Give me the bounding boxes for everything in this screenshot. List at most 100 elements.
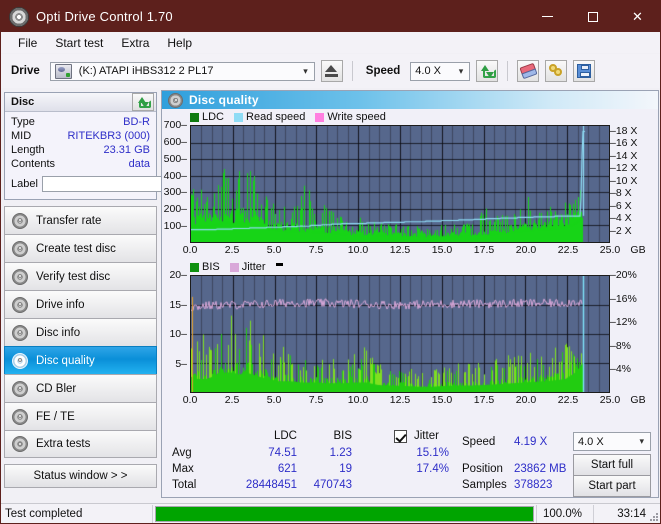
disc-label-label: Label xyxy=(11,178,38,190)
nav-list: Transfer rate Create test disc Verify te… xyxy=(4,206,157,458)
status-bar: Test completed 100.0% 33:14 xyxy=(1,503,660,523)
page-title: Disc quality xyxy=(189,93,259,107)
start-full-button[interactable]: Start full xyxy=(573,454,651,476)
disc-row-type: Type BD-R xyxy=(11,115,150,129)
eject-button[interactable] xyxy=(320,60,343,82)
sidebar-item-create-test-disc[interactable]: Create test disc xyxy=(4,234,157,262)
ldc-legend: LDC Read speed Write speed xyxy=(190,111,392,123)
legend-label-read-speed: Read speed xyxy=(246,111,306,123)
close-button[interactable]: ✕ xyxy=(615,1,660,32)
minimize-button[interactable] xyxy=(525,1,570,32)
ldc-y-right-tick: –8 X xyxy=(610,187,632,200)
legend-label-write-speed: Write speed xyxy=(327,111,386,123)
clear-button[interactable] xyxy=(517,60,540,82)
save-button[interactable] xyxy=(573,60,596,82)
sidebar-item-label: FE / TE xyxy=(36,410,75,423)
sidebar-item-drive-info[interactable]: Drive info xyxy=(4,290,157,318)
test-speed-select[interactable]: 4.0 X ▾ xyxy=(573,432,651,451)
bis-x-tick: 12.5 xyxy=(389,394,411,406)
ldc-y-left-tick: 300– xyxy=(163,186,187,199)
sidebar-item-label: Extra tests xyxy=(36,438,91,450)
disc-panel-title: Disc xyxy=(11,96,35,108)
sidebar-item-transfer-rate[interactable]: Transfer rate xyxy=(4,206,157,234)
sidebar-item-disc-quality[interactable]: Disc quality xyxy=(4,346,157,374)
maximize-button[interactable] xyxy=(570,1,615,32)
ldc-x-tick: 20.0 xyxy=(515,244,537,256)
sidebar: Disc Type BD-R MID RITEKBR3 (000) Length… xyxy=(4,92,246,488)
refresh-button[interactable] xyxy=(476,60,499,82)
disc-panel: Disc Type BD-R MID RITEKBR3 (000) Length… xyxy=(4,92,246,200)
menu-item-help[interactable]: Help xyxy=(158,34,201,52)
bis-x-tick: 17.5 xyxy=(473,394,495,406)
sidebar-item-label: Verify test disc xyxy=(36,270,111,283)
cd-icon xyxy=(12,324,28,341)
ldc-y-right-tick: –4 X xyxy=(610,212,632,225)
cd-icon xyxy=(12,436,28,452)
bis-y-left-tick: 10– xyxy=(169,328,187,340)
menu-item-file[interactable]: File xyxy=(9,34,46,52)
toolbar-separator-2 xyxy=(507,61,509,81)
jitter-checkbox[interactable] xyxy=(394,430,407,443)
ldc-x-tick: 10.0 xyxy=(347,244,369,256)
start-part-button[interactable]: Start part xyxy=(573,475,651,497)
bis-y-left-tick: 15– xyxy=(169,298,187,311)
speed-select[interactable]: 4.0 X ▾ xyxy=(410,61,471,81)
stats-total-ldc: 28448451 xyxy=(245,479,297,491)
sidebar-item-fe-te[interactable]: FE / TE xyxy=(4,402,157,430)
sidebar-item-label: Drive info xyxy=(36,298,85,311)
stats-samples-label: Samples xyxy=(462,479,507,491)
disc-mid-label: MID xyxy=(11,130,32,142)
legend-label-ldc: LDC xyxy=(202,111,225,123)
toolbar: Drive (K:) ATAPI iHBS312 2 PL17 ▾ Speed … xyxy=(1,54,660,88)
bis-jitter-plot xyxy=(190,275,610,393)
disc-quality-panel: Disc quality LDC Read speed Write speed … xyxy=(161,90,659,498)
refresh-icon xyxy=(480,64,496,79)
ldc-y-left-tick: 500– xyxy=(163,152,187,165)
ldc-y-right-tick: –14 X xyxy=(610,149,638,162)
link-button[interactable] xyxy=(545,60,568,82)
bis-y-right-tick: –4% xyxy=(610,363,632,376)
drive-label: Drive xyxy=(11,65,40,77)
cd-icon xyxy=(12,408,28,425)
bis-x-tick: 22.5 xyxy=(557,394,579,406)
sidebar-item-verify-test-disc[interactable]: Verify test disc xyxy=(4,262,157,290)
ldc-plot xyxy=(190,125,610,243)
disc-refresh-button[interactable] xyxy=(132,93,154,111)
bis-x-tick: 20.0 xyxy=(515,394,537,406)
sidebar-item-label: Transfer rate xyxy=(36,214,102,227)
ldc-x-tick: 15.0 xyxy=(431,244,453,256)
ldc-x-unit: GB xyxy=(630,244,646,256)
ldc-x-tick: 22.5 xyxy=(557,244,579,256)
bis-x-tick: 5.0 xyxy=(266,394,282,406)
ldc-y-left-tick: 100– xyxy=(163,220,187,233)
save-icon xyxy=(577,64,592,78)
stats-position-label: Position xyxy=(462,463,503,475)
chain-icon xyxy=(548,64,564,78)
bis-x-tick: 0.0 xyxy=(182,394,198,406)
stats-row-max: Max xyxy=(172,463,194,475)
drive-select[interactable]: (K:) ATAPI iHBS312 2 PL17 ▾ xyxy=(49,61,315,81)
sidebar-item-label: Disc info xyxy=(36,326,81,339)
stats-row-avg: Avg xyxy=(172,447,192,459)
stats-avg-bis: 1.23 xyxy=(329,447,352,459)
menu-item-start-test[interactable]: Start test xyxy=(46,34,112,52)
sidebar-item-disc-info[interactable]: Disc info xyxy=(4,318,157,346)
ldc-x-tick: 2.5 xyxy=(224,244,240,256)
ldc-y-right-tick: –18 X xyxy=(610,124,638,137)
ldc-y-left-tick: 700– xyxy=(163,119,187,131)
resize-grip[interactable] xyxy=(648,511,658,521)
sidebar-item-extra-tests[interactable]: Extra tests xyxy=(4,430,157,458)
chevron-down-icon: ▾ xyxy=(639,436,644,446)
ldc-x-tick: 0.0 xyxy=(182,244,198,256)
title-bar: Opti Drive Control 1.70 ✕ xyxy=(1,1,660,32)
test-speed-value: 4.0 X xyxy=(578,435,604,448)
sidebar-item-cd-bler[interactable]: CD Bler xyxy=(4,374,157,402)
stats-row-total: Total xyxy=(172,479,197,491)
window-controls: ✕ xyxy=(525,1,660,32)
status-window-button[interactable]: Status window > > xyxy=(4,464,157,488)
ldc-y-right-tick: –12 X xyxy=(610,162,638,175)
ldc-x-tick: 5.0 xyxy=(266,244,282,256)
bis-x-unit: GB xyxy=(630,394,646,406)
sidebar-item-label: Create test disc xyxy=(36,242,116,255)
menu-item-extra[interactable]: Extra xyxy=(112,34,158,52)
